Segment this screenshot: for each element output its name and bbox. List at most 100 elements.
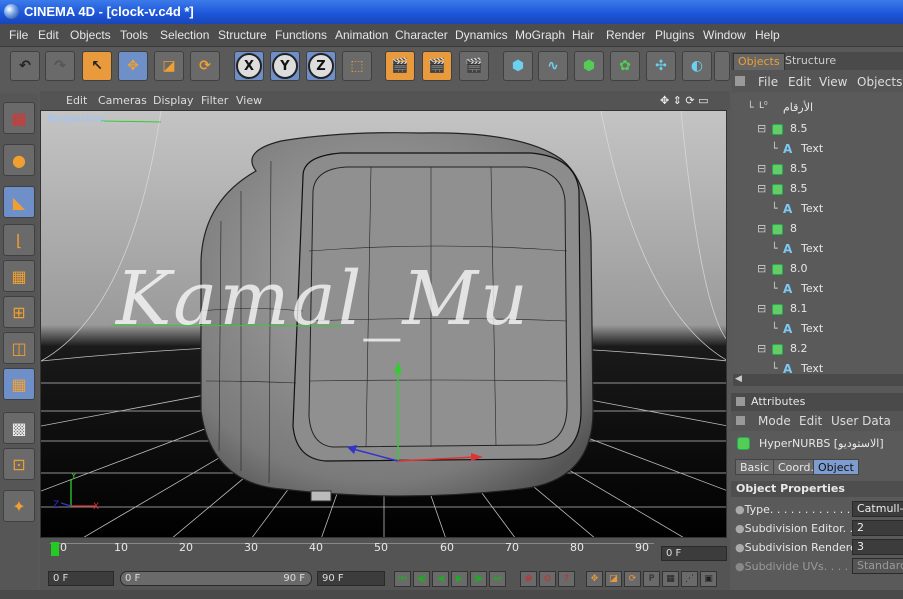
attributes-menu-mode[interactable]: Mode bbox=[758, 414, 791, 428]
next-key-button[interactable]: |▶ bbox=[470, 571, 487, 587]
rotate-tool-button[interactable]: ⟳ bbox=[190, 51, 220, 81]
array-button[interactable]: ✿ bbox=[610, 51, 640, 81]
objects-menu-view[interactable]: View bbox=[819, 75, 847, 89]
objects-menu-file[interactable]: File bbox=[758, 75, 778, 89]
key-rotation-button[interactable]: ⟳ bbox=[624, 571, 641, 587]
objects-menu-objects[interactable]: Objects bbox=[857, 75, 902, 89]
subdivision-renderer-field[interactable]: 3 bbox=[852, 539, 903, 555]
list-item[interactable]: └ A Text bbox=[771, 362, 891, 374]
record-button[interactable]: ⊗ bbox=[520, 571, 537, 587]
list-item[interactable]: ⊟ 8.0 bbox=[757, 262, 897, 280]
list-item[interactable]: └ A Text bbox=[771, 282, 891, 300]
timeline-layout-button[interactable]: ▣ bbox=[700, 571, 717, 587]
type-dropdown[interactable]: Catmull-C bbox=[852, 501, 903, 517]
object-list-scrollbar[interactable]: ◀ bbox=[733, 374, 903, 386]
workplane-button[interactable]: ▩ bbox=[3, 412, 35, 444]
tab-basic[interactable]: Basic bbox=[735, 459, 775, 475]
scroll-left-icon[interactable]: ◀ bbox=[735, 374, 742, 384]
use-edges-button[interactable]: ⊞ bbox=[3, 296, 35, 328]
timeline-playhead[interactable] bbox=[51, 542, 59, 556]
render-picture-viewer-button[interactable]: 🎬 bbox=[422, 51, 452, 81]
render-view-button[interactable]: 🎬 bbox=[385, 51, 415, 81]
sculpt-button[interactable]: ✦ bbox=[3, 490, 35, 522]
x-axis-button[interactable]: X bbox=[234, 51, 264, 81]
subdivision-editor-field[interactable]: 2 bbox=[852, 520, 903, 536]
menu-render[interactable]: Render bbox=[606, 28, 645, 42]
current-frame-field[interactable]: 0 F bbox=[661, 546, 727, 561]
coordinate-system-button[interactable]: ⬚ bbox=[342, 51, 372, 81]
key-position-button[interactable]: ✥ bbox=[586, 571, 603, 587]
viewport[interactable]: Y X Z Perspective Kamal_Mu bbox=[40, 110, 727, 538]
menu-plugins[interactable]: Plugins bbox=[655, 28, 694, 42]
play-back-button[interactable]: ◀ bbox=[432, 571, 449, 587]
key-parameter-button[interactable]: P bbox=[643, 571, 660, 587]
snap-button[interactable]: ⊡ bbox=[3, 448, 35, 480]
list-item[interactable]: ⊟ 8.2 bbox=[757, 342, 897, 360]
use-points-button[interactable]: ▦ bbox=[3, 260, 35, 292]
start-frame-field[interactable]: 0 F bbox=[48, 571, 114, 586]
undo-button[interactable]: ↶ bbox=[10, 51, 40, 81]
end-frame-field[interactable]: 90 F bbox=[317, 571, 385, 586]
list-item[interactable]: ⊟ 8.5 bbox=[757, 182, 897, 200]
nurbs-button[interactable]: ⬢ bbox=[574, 51, 604, 81]
menu-help[interactable]: Help bbox=[755, 28, 780, 42]
play-forward-button[interactable]: ▶ bbox=[451, 571, 468, 587]
viewport-menu-filter[interactable]: Filter bbox=[201, 94, 228, 107]
scene-button[interactable]: ◐ bbox=[682, 51, 712, 81]
prev-key-button[interactable]: ◀| bbox=[413, 571, 430, 587]
scale-tool-button[interactable]: ◪ bbox=[154, 51, 184, 81]
render-settings-button[interactable]: 🎬 bbox=[459, 51, 489, 81]
list-item[interactable]: ⊟ 8.1 bbox=[757, 302, 897, 320]
layout-button[interactable]: ▦ bbox=[3, 102, 35, 134]
toolbar-more-button[interactable] bbox=[714, 51, 730, 81]
menu-character[interactable]: Character bbox=[395, 28, 448, 42]
y-axis-button[interactable]: Y bbox=[270, 51, 300, 81]
menu-file[interactable]: File bbox=[9, 28, 28, 42]
goto-start-button[interactable]: ⏮ bbox=[394, 571, 411, 587]
goto-end-button[interactable]: ⏭ bbox=[489, 571, 506, 587]
object-list[interactable]: └ L⁰ الأرقام ⊟ 8.5 └ A Text ⊟ 8.5 ⊟ 8.5 … bbox=[733, 94, 903, 374]
use-polygons-button[interactable]: ◫ bbox=[3, 332, 35, 364]
auto-key-button[interactable]: ⊙ bbox=[539, 571, 556, 587]
menu-tools[interactable]: Tools bbox=[120, 28, 148, 42]
menu-edit[interactable]: Edit bbox=[38, 28, 59, 42]
objects-menu-edit[interactable]: Edit bbox=[788, 75, 811, 89]
key-scale-button[interactable]: ◪ bbox=[605, 571, 622, 587]
menu-mograph[interactable]: MoGraph bbox=[515, 28, 565, 42]
interpolation-button[interactable]: ⋰ bbox=[681, 571, 698, 587]
list-item[interactable]: ⊟ 8.5 bbox=[757, 162, 897, 180]
subdivide-uvs-dropdown[interactable]: Standard bbox=[852, 558, 903, 574]
menu-hair[interactable]: Hair bbox=[572, 28, 594, 42]
attributes-menu-user-data[interactable]: User Data bbox=[831, 414, 891, 428]
viewport-menu-edit[interactable]: Edit bbox=[66, 94, 87, 107]
menu-selection[interactable]: Selection bbox=[160, 28, 209, 42]
tab-structure[interactable]: Structure bbox=[781, 53, 840, 69]
use-object-axis-button[interactable]: ⌊ bbox=[3, 224, 35, 256]
menu-objects[interactable]: Objects bbox=[70, 28, 111, 42]
menu-dynamics[interactable]: Dynamics bbox=[455, 28, 508, 42]
timeline[interactable]: 0 10 20 30 40 50 60 70 80 90 0 F bbox=[40, 538, 730, 568]
key-pla-button[interactable]: ▦ bbox=[662, 571, 679, 587]
use-object-button[interactable]: ◣ bbox=[3, 186, 35, 218]
cube-button[interactable]: ⬢ bbox=[503, 51, 533, 81]
viewport-menu-cameras[interactable]: Cameras bbox=[98, 94, 147, 107]
redo-button[interactable]: ↷ bbox=[45, 51, 75, 81]
live-selection-button[interactable]: ↖ bbox=[82, 51, 112, 81]
deformer-button[interactable]: ✣ bbox=[646, 51, 676, 81]
viewport-menu-view[interactable]: View bbox=[236, 94, 262, 107]
move-tool-button[interactable]: ✥ bbox=[118, 51, 148, 81]
list-item[interactable]: ⊟ 8 bbox=[757, 222, 897, 240]
list-item[interactable]: └ A Text bbox=[771, 202, 891, 220]
list-item[interactable]: ⊟ 8.5 bbox=[757, 122, 897, 140]
spline-button[interactable]: ∿ bbox=[538, 51, 568, 81]
menu-animation[interactable]: Animation bbox=[335, 28, 388, 42]
list-item[interactable]: └ A Text bbox=[771, 322, 891, 340]
tab-objects[interactable]: Objects bbox=[733, 53, 785, 71]
use-model-button[interactable]: ● bbox=[3, 144, 35, 176]
menu-functions[interactable]: Functions bbox=[275, 28, 327, 42]
list-item[interactable]: └ A Text bbox=[771, 142, 891, 160]
menu-structure[interactable]: Structure bbox=[218, 28, 267, 42]
viewport-menu-display[interactable]: Display bbox=[153, 94, 194, 107]
menu-window[interactable]: Window bbox=[703, 28, 746, 42]
viewport-nav-icons[interactable]: ✥ ⇕ ⟳ ▭ bbox=[660, 94, 709, 107]
